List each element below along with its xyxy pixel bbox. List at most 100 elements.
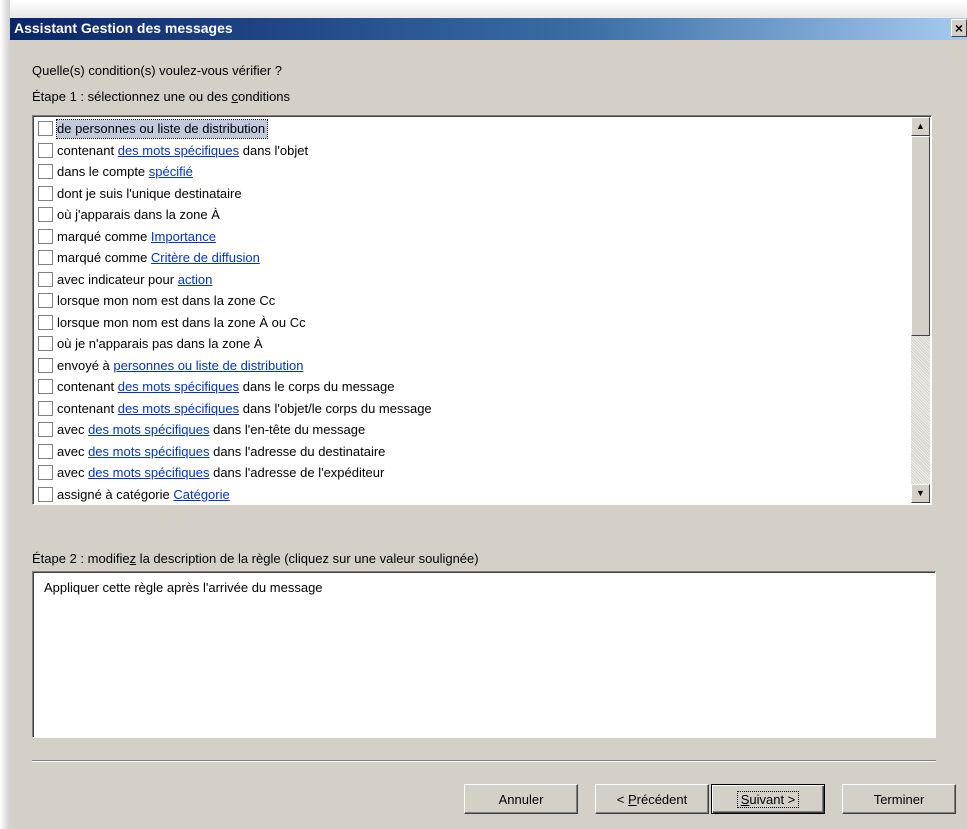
condition-text-part: dont je suis l'unique destinataire [57, 185, 242, 201]
condition-row[interactable]: avec des mots spécifiques dans l'adresse… [35, 441, 909, 463]
condition-value-link[interactable]: des mots spécifiques [88, 465, 209, 480]
conditions-rows: de personnes ou liste de distribution con… [35, 118, 909, 505]
condition-text-part: contenant [57, 379, 118, 394]
step1-label-part: onditions [237, 89, 291, 104]
condition-checkbox[interactable] [38, 443, 53, 459]
previous-button-label: récédent [636, 791, 688, 807]
condition-text-part: avec [57, 422, 89, 437]
condition-text-part: où j'apparais dans la zone À [57, 207, 220, 222]
step1-label: Étape 1 : sélectionnez une ou des condit… [32, 89, 290, 104]
condition-value-link[interactable]: des mots spécifiques [118, 401, 239, 416]
condition-text-part: marqué comme [57, 250, 151, 265]
condition-row[interactable]: dans le compte spécifié [35, 161, 909, 183]
condition-checkbox[interactable] [38, 314, 53, 330]
condition-text-part: contenant [57, 400, 118, 416]
scroll-down-button[interactable]: ▼ [911, 484, 930, 503]
condition-text: où je n'apparais pas dans la zone À [57, 335, 265, 353]
condition-row[interactable]: de personnes ou liste de distribution [35, 118, 909, 140]
condition-value-link[interactable]: Critère de diffusion [151, 250, 260, 265]
condition-text: assigné à catégorie Catégorie [57, 486, 232, 504]
condition-text: avec indicateur pour action [57, 271, 214, 289]
condition-checkbox[interactable] [38, 486, 53, 502]
condition-text-part: dans l'adresse du destinataire [209, 443, 386, 459]
condition-row[interactable]: où j'apparais dans la zone À [35, 204, 909, 226]
rule-description-text: Appliquer cette règle après l'arrivée du… [44, 580, 323, 595]
condition-checkbox[interactable] [38, 142, 53, 158]
condition-checkbox[interactable] [38, 228, 53, 244]
finish-button-label: Terminer [873, 791, 925, 807]
step2-label-part: la description de la règle (cliquez sur … [136, 551, 479, 566]
condition-text-part: dans le corps du message [239, 379, 395, 394]
condition-text: contenant des mots spécifiques dans le c… [57, 378, 397, 396]
condition-text: avec des mots spécifiques dans l'adresse… [57, 464, 386, 482]
scroll-up-button[interactable]: ▲ [911, 117, 930, 136]
condition-text-part: lorsque mon nom est dans la zone À ou Cc [57, 314, 306, 330]
condition-checkbox[interactable] [38, 422, 53, 437]
condition-checkbox[interactable] [38, 271, 53, 287]
condition-text-part: dans l'en-tête du message [209, 422, 366, 437]
finish-button[interactable]: Terminer [842, 784, 956, 814]
condition-row[interactable]: lorsque mon nom est dans la zone À ou Cc [35, 312, 909, 334]
condition-checkbox[interactable] [38, 164, 53, 179]
condition-checkbox[interactable] [38, 185, 53, 201]
condition-checkbox[interactable] [38, 400, 53, 416]
cancel-button[interactable]: Annuler [464, 784, 578, 814]
condition-text-part: dans l'objet [239, 142, 309, 158]
condition-value-link[interactable]: Catégorie [173, 487, 229, 502]
condition-row[interactable]: avec des mots spécifiques dans l'en-tête… [35, 419, 909, 441]
condition-row[interactable]: marqué comme Critère de diffusion [35, 247, 909, 269]
rules-wizard-dialog: Assistant Gestion des messages × Quelle(… [0, 0, 967, 829]
next-button[interactable]: Suivant > [711, 784, 825, 814]
condition-value-link[interactable]: des mots spécifiques [118, 379, 239, 394]
step1-label-part: Étape 1 : sélectionnez une ou des [32, 89, 232, 104]
rule-description-box[interactable]: Appliquer cette règle après l'arrivée du… [32, 571, 936, 738]
condition-text-part: de personnes ou liste de distribution [57, 121, 266, 136]
previous-button[interactable]: < Précédent [595, 784, 709, 814]
next-button-label: uivant > [749, 791, 796, 807]
condition-row[interactable]: avec indicateur pour action [35, 269, 909, 291]
previous-button-label: < [616, 791, 628, 807]
condition-checkbox[interactable] [38, 250, 53, 265]
condition-checkbox[interactable] [38, 121, 53, 136]
condition-row[interactable]: assigné à catégorie Catégorie [35, 484, 909, 506]
condition-value-link[interactable]: des mots spécifiques [88, 444, 209, 459]
condition-text-part: contenant [57, 142, 118, 158]
conditions-list[interactable]: de personnes ou liste de distribution con… [32, 115, 932, 505]
condition-value-link[interactable]: action [178, 272, 213, 287]
close-icon: × [954, 20, 964, 36]
condition-text: contenant des mots spécifiques dans l'ob… [57, 400, 434, 418]
condition-row[interactable]: contenant des mots spécifiques dans l'ob… [35, 398, 909, 420]
window-title: Assistant Gestion des messages [14, 20, 233, 36]
conditions-prompt: Quelle(s) condition(s) voulez-vous vérif… [32, 63, 282, 78]
step2-label-part: Étape 2 : modifie [32, 551, 130, 566]
condition-row[interactable]: dont je suis l'unique destinataire [35, 183, 909, 205]
condition-text: où j'apparais dans la zone À [57, 206, 222, 224]
condition-row[interactable]: lorsque mon nom est dans la zone Cc [35, 290, 909, 312]
condition-row[interactable]: avec des mots spécifiques dans l'adresse… [35, 462, 909, 484]
previous-button-accelerator: P [627, 791, 637, 807]
condition-value-link[interactable]: des mots spécifiques [88, 422, 209, 437]
condition-text: marqué comme Critère de diffusion [57, 249, 262, 267]
condition-value-link[interactable]: personnes ou liste de distribution [113, 358, 303, 373]
condition-row[interactable]: marqué comme Importance [35, 226, 909, 248]
condition-checkbox[interactable] [38, 336, 53, 351]
condition-checkbox[interactable] [38, 379, 53, 394]
condition-row[interactable]: envoyé à personnes ou liste de distribut… [35, 355, 909, 377]
condition-text: envoyé à personnes ou liste de distribut… [57, 357, 305, 375]
condition-checkbox[interactable] [38, 293, 53, 308]
condition-value-link[interactable]: Importance [151, 229, 216, 244]
condition-row[interactable]: contenant des mots spécifiques dans le c… [35, 376, 909, 398]
condition-text-part: dans l'adresse de l'expéditeur [209, 465, 385, 480]
close-button[interactable]: × [951, 19, 967, 37]
scroll-thumb[interactable] [911, 136, 930, 336]
condition-row[interactable]: contenant des mots spécifiques dans l'ob… [35, 140, 909, 162]
condition-value-link[interactable]: spécifié [149, 164, 193, 179]
condition-value-link[interactable]: des mots spécifiques [118, 143, 239, 158]
condition-text: de personnes ou liste de distribution [55, 119, 269, 139]
condition-checkbox[interactable] [38, 465, 53, 480]
condition-text-part: avec [57, 443, 89, 459]
condition-row[interactable]: où je n'apparais pas dans la zone À [35, 333, 909, 355]
condition-checkbox[interactable] [38, 207, 53, 222]
conditions-scrollbar[interactable]: ▲ ▼ [911, 117, 930, 503]
condition-checkbox[interactable] [38, 357, 53, 373]
